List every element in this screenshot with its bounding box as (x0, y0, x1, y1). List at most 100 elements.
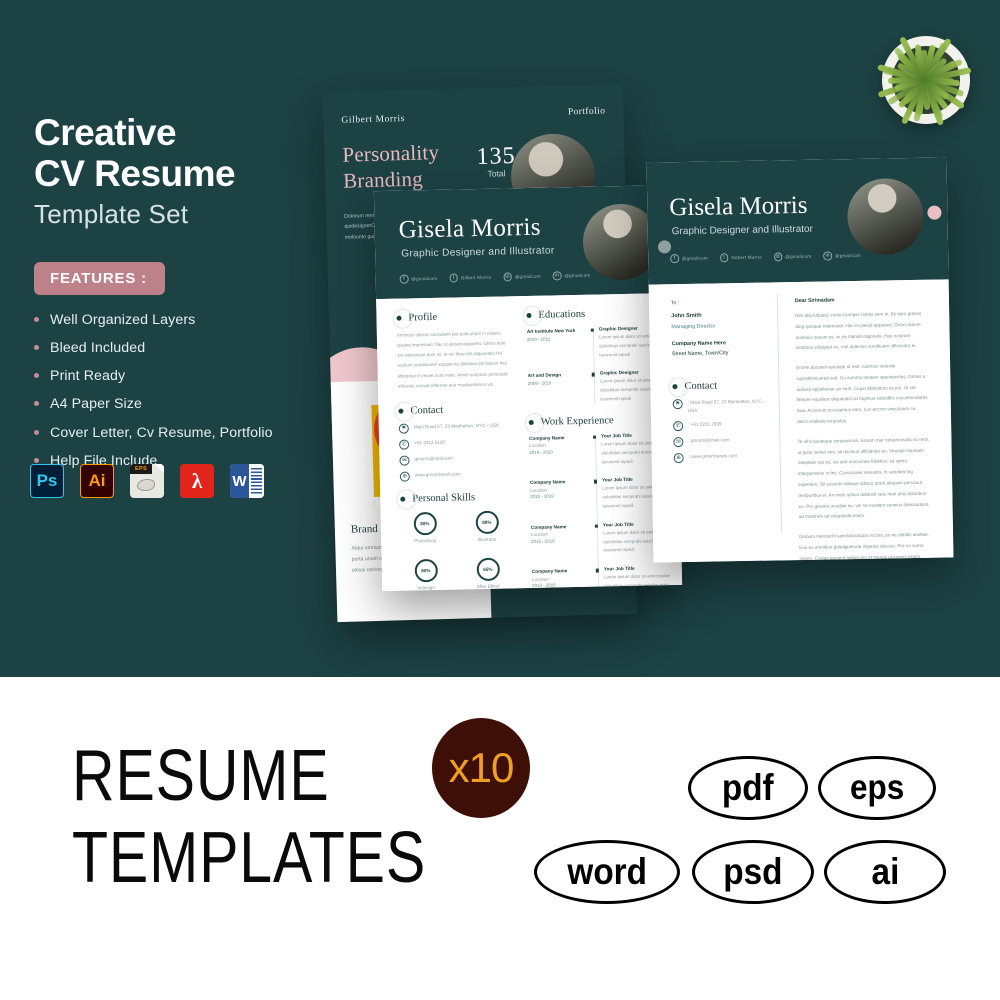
timeline-dot (593, 479, 598, 484)
timeline-item-location: Location (530, 487, 547, 493)
cover-contact-title: Contact (672, 380, 768, 393)
timeline-dot (590, 328, 595, 333)
pdf-icon: λ (180, 464, 214, 498)
social-item[interactable]: ◎ @gmailcom (503, 272, 541, 281)
timeline-item-heading: Company Name (529, 479, 566, 486)
cover-to-role: Managing Director (671, 323, 716, 330)
portfolio-stat-number: 135 (476, 142, 516, 171)
cv-skills-title: Personal Skills (400, 491, 516, 504)
format-badge-group: pdf eps word psd ai (524, 756, 964, 916)
social-item[interactable]: t Gilbert Morris (449, 273, 491, 283)
social-item[interactable]: ◎ @gmailcom (773, 252, 812, 261)
location-icon: ⚑ (398, 423, 409, 434)
feature-item: Bleed Included (34, 341, 334, 355)
eps-swoosh-shape (137, 479, 155, 491)
social-item[interactable]: f @gmailcom (670, 254, 708, 263)
features-badge: FEATURES : (34, 261, 165, 295)
contact-row: ⊕: www.gmorriswork.com (673, 452, 770, 464)
cover-to-street: Street Name, Town/City (671, 350, 729, 358)
contact-text: www.gmorriswork.com (414, 471, 461, 478)
count-badge: x10 (432, 718, 530, 818)
format-badge-eps-label: eps (849, 768, 905, 807)
social-item[interactable]: f @gmailcom (399, 274, 438, 284)
location-icon: ⚑ (672, 399, 683, 410)
skill-item: 65% After Effect (470, 557, 507, 589)
cv-educations-list: Art Institute New York 2010 - 2012 Graphic… (527, 325, 669, 406)
contact-row: ✉: gmorris@mail.com (673, 436, 769, 448)
format-badge-psd-label: psd (723, 851, 783, 892)
skill-ring: 65% (476, 557, 500, 581)
contact-text: +61 3312 3120 (414, 439, 445, 446)
timeline-item-location: Location (529, 443, 546, 449)
cover-card-body: To : John Smith Managing Director Compan… (648, 279, 954, 563)
cv-contact-list: ⚑ Main Road 57, 23 Manhattan, NYC - USA ✆ +… (398, 421, 516, 482)
skill-ring: 88% (475, 510, 499, 534)
headline-line-1: Creative (34, 112, 177, 153)
timeline-item-heading: Company Name (529, 435, 565, 441)
bottom-title-line-2: TEMPLATES (72, 818, 427, 899)
timeline-item-years: 2009 - 2010 (527, 380, 552, 386)
timeline-item: Art Institute New York 2010 - 2012 Graphic… (527, 325, 668, 361)
skill-label: Indesign (417, 584, 435, 591)
facebook-icon: f (670, 254, 679, 263)
software-icon-row: Ps Ai EPS λ W (30, 464, 264, 498)
feature-item: Print Ready (34, 369, 334, 383)
format-badge-word: word (534, 840, 680, 904)
website-icon: ⊕ (673, 453, 684, 464)
social-item[interactable]: t Gilbert Morris (719, 253, 762, 262)
headline-line-2: CV Resume (34, 153, 236, 195)
linkedin-icon: in (823, 251, 832, 261)
contact-text: : gmorris@mail.com (688, 437, 730, 443)
timeline-dot (593, 435, 597, 439)
format-badge-pdf-label: pdf (722, 767, 774, 808)
timeline-item: Company Name Location 2019 - 2020 Your Job … (529, 432, 670, 468)
timeline-item-location: Location (531, 531, 548, 538)
cover-letter-body: Dear Sir/madam Nim aliq lobquid, consul … (795, 296, 933, 563)
bottom-title: RESUME TEMPLATES (72, 735, 426, 899)
headline-subtitle: Template Set (34, 198, 189, 229)
timeline-dot (591, 373, 596, 377)
timeline-item-left: Company Name Location 2015 - 2018 (531, 522, 594, 557)
cover-paragraph: Ercem docorell auvolate ut rest, nostrum… (796, 363, 928, 425)
social-item[interactable]: in @gmailcom (552, 271, 591, 280)
feature-item: Well Organized Layers (34, 313, 334, 327)
social-label: @gmailcom (681, 255, 708, 261)
social-label: @gmailcom (564, 272, 591, 278)
timeline-item-years: 2019 - 2020 (529, 449, 553, 455)
hero-panel: Creative CV Resume Template Set FEATURES… (0, 0, 1000, 677)
email-icon: ✉ (399, 455, 410, 466)
timeline-item: Company Name Location 2018 - 2019 Your Job … (530, 476, 671, 512)
linkedin-icon: in (552, 271, 562, 280)
social-label: Gilbert Morris (731, 254, 762, 260)
skill-label: Illustrator (477, 536, 497, 542)
cv-card-body: Profile Vmnious ullocici sonsultem por p… (376, 292, 683, 592)
format-badge-eps: eps (818, 756, 936, 820)
cv-social-row: f @gmailcom t Gilbert Morris ◎ @gmailcom in @gm… (399, 271, 591, 284)
social-item[interactable]: in @gmailcom (823, 251, 861, 261)
skill-label: After Effect (476, 583, 500, 589)
cover-name: Gisela Morris (669, 191, 808, 222)
instagram-icon: ◎ (503, 272, 512, 281)
contact-row: ✆: +61 2231 2939 (673, 420, 769, 432)
bottom-title-line-1: RESUME (72, 736, 330, 816)
cover-to-label: To : (670, 300, 680, 307)
timeline-item-left: Company Name Location 2018 - 2019 (530, 478, 593, 513)
twitter-icon: t (719, 253, 729, 262)
timeline-item-left: Art and Design 2009 - 2010 (528, 371, 591, 406)
potted-plant-decoration (866, 20, 986, 140)
contact-row: ✉ gmorris@mail.com (399, 453, 515, 466)
facebook-icon: f (399, 274, 409, 284)
cover-letter-card[interactable]: Gisela Morris Graphic Designer and Illus… (646, 157, 954, 563)
cv-resume-card[interactable]: Gisela Morris Graphic Designer and Illus… (373, 184, 683, 592)
timeline-item-heading: Company Name (531, 568, 568, 575)
word-icon-lines (249, 464, 264, 498)
format-badge-pdf: pdf (688, 756, 808, 820)
timeline-item-location: Location (531, 576, 549, 582)
cv-educations-title: Educations (526, 307, 666, 321)
cv-role: Graphic Designer and Illustrator (401, 245, 555, 260)
cv-work-title: Work Experience (529, 414, 669, 428)
cv-contact-title: Contact (398, 403, 514, 417)
timeline-item-heading: Company Name (530, 523, 567, 530)
timeline-item-years: 2018 - 2019 (530, 493, 554, 500)
timeline-dot (595, 568, 600, 573)
